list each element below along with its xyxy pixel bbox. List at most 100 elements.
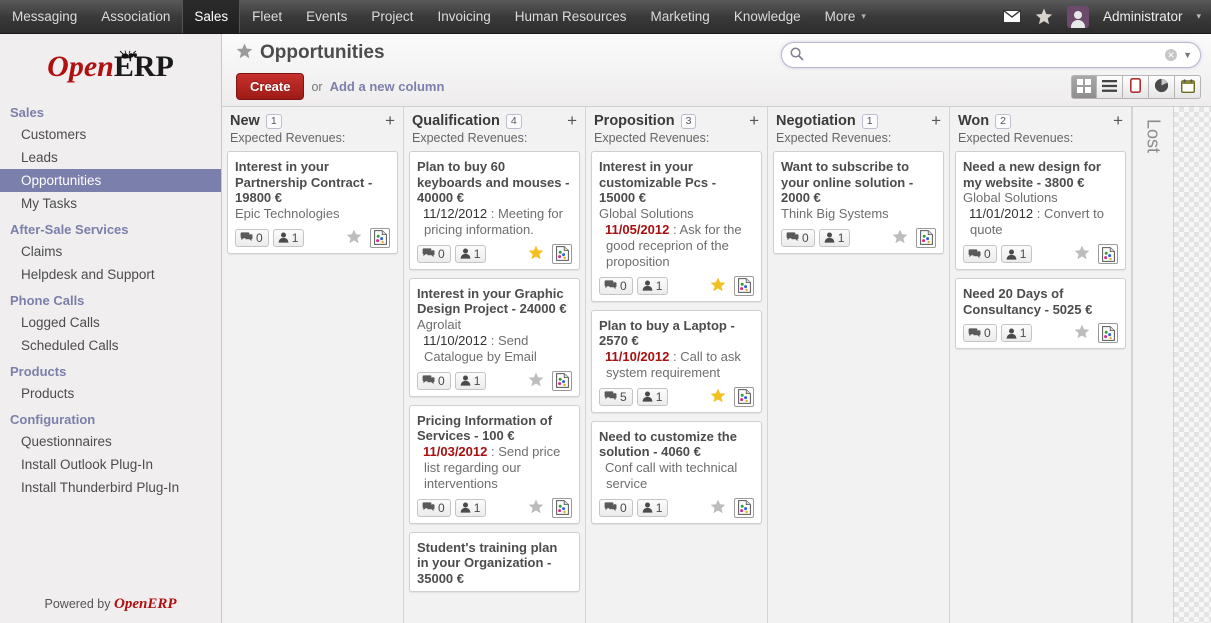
sidebar-item-logged-calls[interactable]: Logged Calls — [0, 311, 221, 334]
clear-icon[interactable]: ✕ — [1165, 49, 1178, 61]
document-icon[interactable] — [1098, 244, 1118, 264]
sidebar-item-leads[interactable]: Leads — [0, 146, 221, 169]
document-icon[interactable] — [552, 243, 572, 264]
kanban-card[interactable]: Interest in your Graphic Design Project … — [409, 277, 580, 397]
sidebar-item-products[interactable]: Products — [0, 382, 221, 405]
graph-view-button[interactable] — [1149, 75, 1175, 99]
star-icon[interactable] — [528, 245, 544, 263]
user-count-badge[interactable]: 1 — [454, 244, 487, 263]
document-icon[interactable] — [916, 227, 936, 248]
user-count-badge[interactable]: 1 — [454, 371, 487, 390]
user-count-badge[interactable]: 1 — [1000, 324, 1033, 342]
sidebar-item-helpdesk-and-support[interactable]: Helpdesk and Support — [0, 263, 221, 286]
document-icon[interactable] — [552, 370, 572, 391]
message-count-badge[interactable]: 0 — [963, 245, 997, 263]
message-count-badge[interactable]: 0 — [599, 498, 633, 517]
plus-icon[interactable]: + — [1113, 112, 1123, 129]
document-icon[interactable] — [1098, 323, 1118, 343]
star-icon[interactable] — [892, 229, 908, 247]
document-icon[interactable] — [734, 497, 754, 518]
user-count-badge[interactable]: 1 — [636, 498, 669, 517]
menu-item-messaging[interactable]: Messaging — [0, 0, 89, 33]
add-new-column-link[interactable]: Add a new column — [330, 79, 445, 94]
star-icon[interactable] — [528, 499, 544, 517]
star-icon[interactable] — [710, 388, 726, 406]
star-icon[interactable] — [1074, 245, 1090, 263]
kanban-card[interactable]: Interest in your Partnership Contract - … — [227, 151, 398, 254]
kanban-column-title[interactable]: New — [230, 113, 260, 129]
sidebar-item-questionnaires[interactable]: Questionnaires — [0, 430, 221, 453]
chevron-down-icon[interactable]: ▼ — [1183, 50, 1192, 60]
user-count-badge[interactable]: 1 — [636, 276, 669, 295]
avatar[interactable] — [1066, 5, 1089, 28]
list-view-button[interactable] — [1097, 75, 1123, 99]
menu-item-sales[interactable]: Sales — [182, 0, 241, 33]
message-count-badge[interactable]: 0 — [417, 244, 451, 263]
star-icon[interactable] — [1074, 324, 1090, 342]
sidebar-item-claims[interactable]: Claims — [0, 240, 221, 263]
star-icon[interactable] — [1035, 8, 1053, 25]
kanban-view-button[interactable] — [1071, 75, 1097, 99]
menu-item-project[interactable]: Project — [359, 0, 425, 33]
user-count-badge[interactable]: 1 — [818, 228, 851, 247]
document-icon[interactable] — [552, 497, 572, 518]
kanban-card[interactable]: Want to subscribe to your online solutio… — [773, 151, 944, 254]
kanban-card[interactable]: Interest in your customizable Pcs - 1500… — [591, 151, 762, 302]
menu-item-human-resources[interactable]: Human Resources — [503, 0, 639, 33]
message-count-badge[interactable]: 0 — [599, 276, 633, 295]
menu-item-fleet[interactable]: Fleet — [240, 0, 294, 33]
user-menu-caret-icon[interactable]: ▾ — [1196, 11, 1201, 22]
menu-item-knowledge[interactable]: Knowledge — [722, 0, 813, 33]
kanban-card[interactable]: Plan to buy a Laptop - 2570 €11/10/2012 … — [591, 309, 762, 413]
user-count-badge[interactable]: 1 — [454, 498, 487, 517]
kanban-card[interactable]: Need 20 Days of Consultancy - 5025 €0 1 — [955, 278, 1126, 349]
sidebar-item-scheduled-calls[interactable]: Scheduled Calls — [0, 334, 221, 357]
star-icon[interactable] — [710, 277, 726, 295]
plus-icon[interactable]: + — [567, 112, 577, 129]
star-icon[interactable] — [710, 499, 726, 517]
username-label[interactable]: Administrator — [1103, 9, 1183, 24]
kanban-card[interactable]: Student's training plan in your Organiza… — [409, 531, 580, 592]
star-icon[interactable] — [236, 43, 253, 64]
kanban-column-title[interactable]: Proposition — [594, 113, 675, 129]
envelope-icon[interactable] — [1002, 10, 1021, 23]
star-icon[interactable] — [528, 372, 544, 390]
search-input[interactable] — [809, 47, 1166, 63]
sidebar-item-opportunities[interactable]: Opportunities — [0, 169, 221, 192]
calendar-view-button[interactable] — [1175, 75, 1201, 99]
plus-icon[interactable]: + — [931, 112, 941, 129]
document-icon[interactable] — [734, 275, 754, 296]
openerp-logo[interactable]: OpenERP — [0, 34, 221, 98]
search-bar[interactable]: ✕ ▼ — [781, 42, 1201, 68]
sidebar-item-install-thunderbird-plug-in[interactable]: Install Thunderbird Plug-In — [0, 476, 221, 499]
message-count-badge[interactable]: 0 — [781, 228, 815, 247]
user-count-badge[interactable]: 1 — [1000, 245, 1033, 263]
message-count-badge[interactable]: 0 — [963, 324, 997, 342]
document-icon[interactable] — [734, 386, 754, 407]
menu-item-association[interactable]: Association — [89, 0, 182, 33]
message-count-badge[interactable]: 5 — [599, 387, 633, 406]
user-count-badge[interactable]: 1 — [636, 387, 669, 406]
menu-item-more[interactable]: More ▾ — [813, 0, 878, 33]
plus-icon[interactable]: + — [385, 112, 395, 129]
message-count-badge[interactable]: 0 — [417, 371, 451, 390]
kanban-column-title[interactable]: Won — [958, 113, 989, 129]
sidebar-item-install-outlook-plug-in[interactable]: Install Outlook Plug-In — [0, 453, 221, 476]
create-button[interactable]: Create — [236, 73, 305, 100]
user-count-badge[interactable]: 1 — [272, 228, 305, 247]
sidebar-item-customers[interactable]: Customers — [0, 123, 221, 146]
kanban-card[interactable]: Pricing Information of Services - 100 €1… — [409, 404, 580, 524]
plus-icon[interactable]: + — [749, 112, 759, 129]
menu-item-marketing[interactable]: Marketing — [639, 0, 722, 33]
kanban-card[interactable]: Plan to buy 60 keyboards and mouses - 40… — [409, 151, 580, 270]
menu-item-events[interactable]: Events — [294, 0, 359, 33]
message-count-badge[interactable]: 0 — [417, 498, 451, 517]
kanban-column-title[interactable]: Negotiation — [776, 113, 856, 129]
menu-item-invoicing[interactable]: Invoicing — [425, 0, 502, 33]
kanban-card[interactable]: Need a new design for my website - 3800 … — [955, 151, 1126, 270]
message-count-badge[interactable]: 0 — [235, 228, 269, 247]
star-icon[interactable] — [346, 229, 362, 247]
form-view-button[interactable] — [1123, 75, 1149, 99]
kanban-card[interactable]: Need to customize the solution - 4060 € C… — [591, 420, 762, 524]
kanban-column-lost[interactable]: Lost — [1132, 107, 1174, 623]
